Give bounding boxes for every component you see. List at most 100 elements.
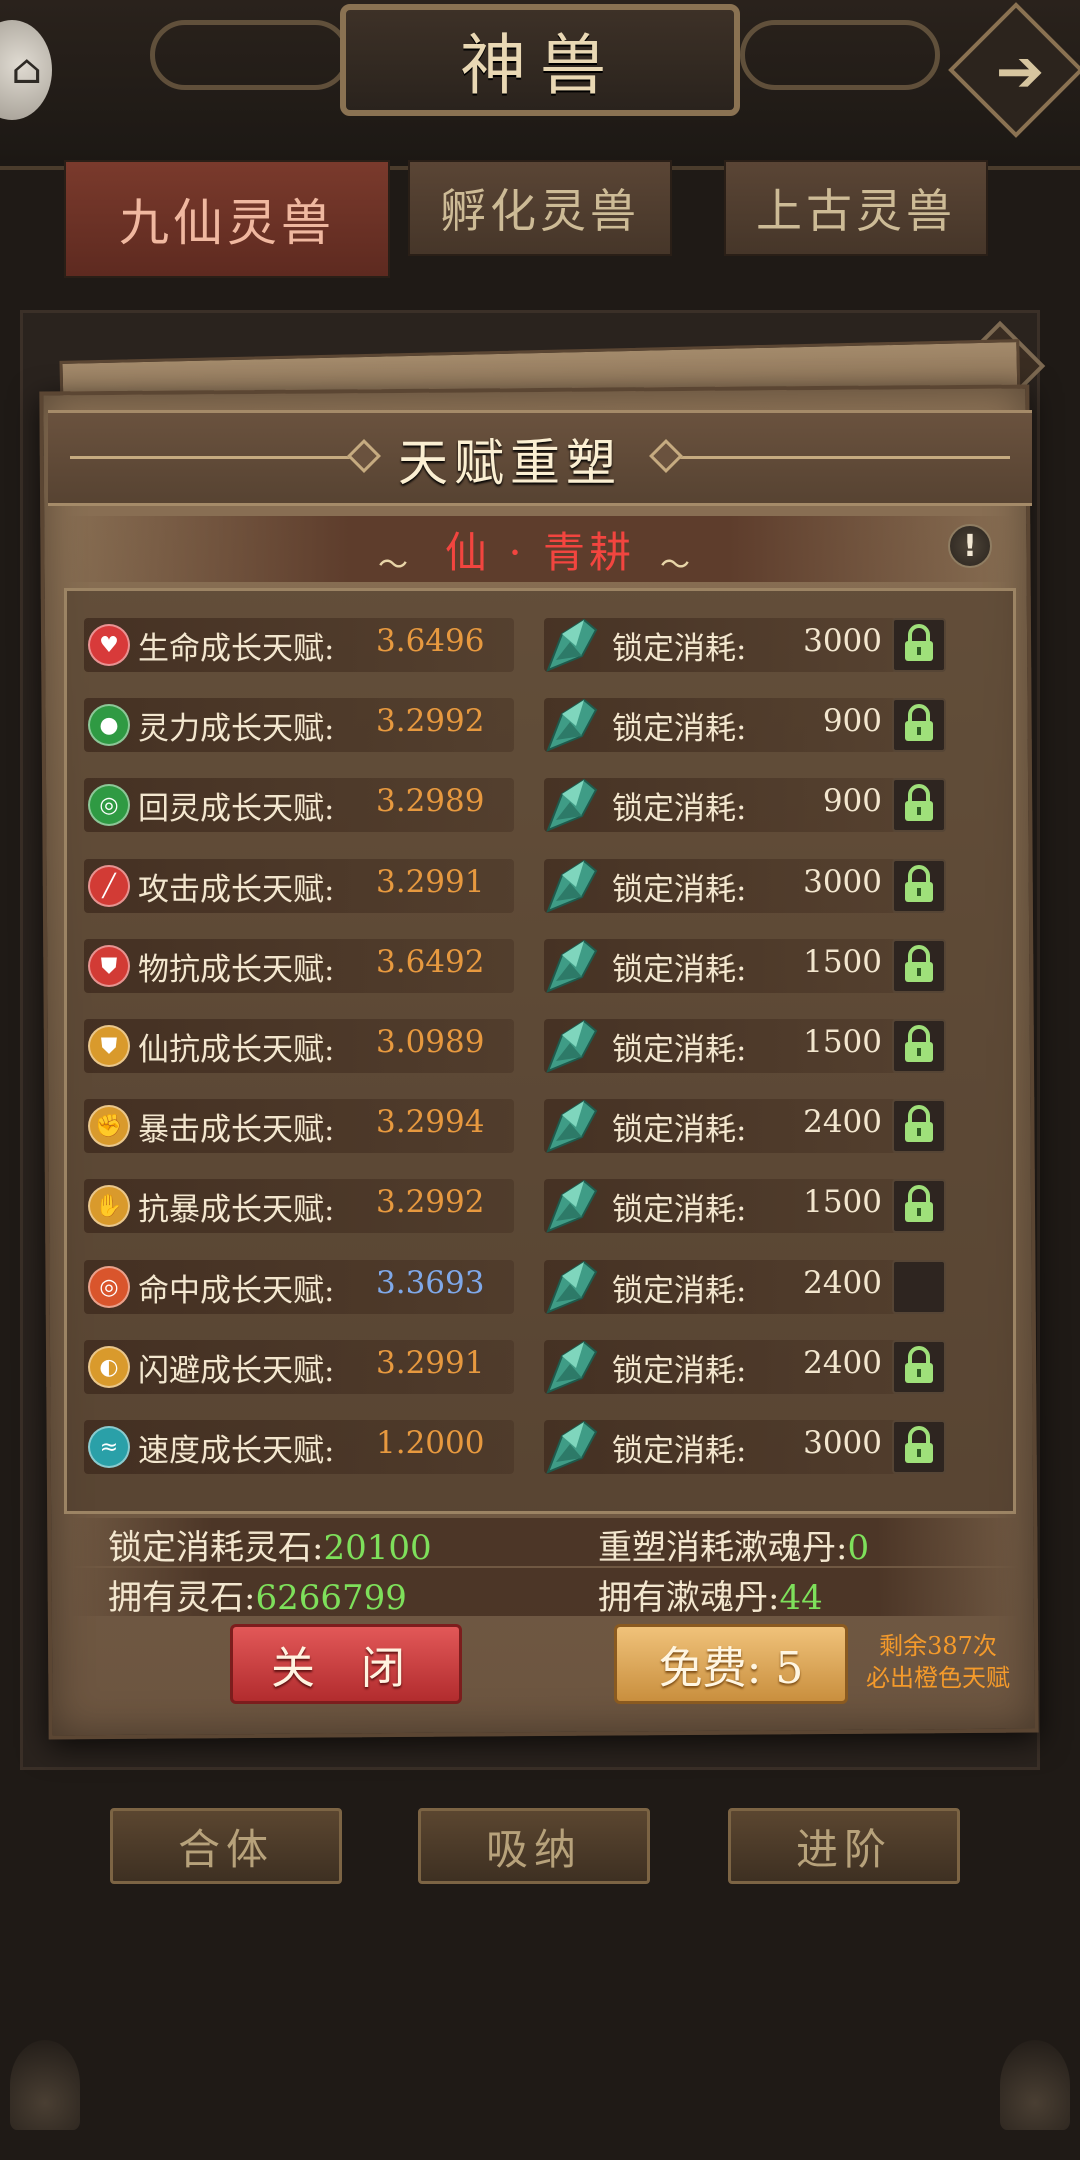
spirit-stone-icon <box>542 1418 600 1476</box>
tab-hatch-beasts[interactable]: 孵化灵兽 <box>408 160 672 256</box>
lamp-decoration-right <box>1000 2040 1070 2130</box>
spirit-stone-icon <box>542 937 600 995</box>
talent-label: 抗暴成长天赋: <box>138 1192 335 1228</box>
talent-value: 3.2991 <box>376 864 485 900</box>
cloud-ornament-left <box>150 20 350 90</box>
lock-icon <box>901 783 937 827</box>
header-divider-right <box>660 456 1010 459</box>
tab-ancient-beasts[interactable]: 上古灵兽 <box>724 160 988 256</box>
lock-cost-label: 锁定消耗: <box>612 631 747 667</box>
sword-icon: ╱ <box>88 865 130 907</box>
page-title: 神兽 <box>340 4 740 116</box>
lock-toggle-locked[interactable] <box>892 778 946 832</box>
talent-label: 物抗成长天赋: <box>138 952 335 988</box>
tab-nine-immortal-beasts[interactable]: 九仙灵兽 <box>64 160 390 278</box>
lock-cost-value: 2400 <box>803 1265 882 1301</box>
spirit-stone-icon <box>542 1177 600 1235</box>
cloud-ornament-right <box>740 20 940 90</box>
talent-label: 闪避成长天赋: <box>138 1353 335 1389</box>
lock-icon <box>901 623 937 667</box>
lock-stone-cost: 锁定消耗灵石:20100 <box>108 1520 432 1569</box>
lock-cost-value: 3000 <box>803 864 882 900</box>
speed-wave-icon: ≈ <box>88 1426 130 1468</box>
reshape-pill-cost: 重塑消耗漱魂丹:0 <box>598 1520 869 1569</box>
talent-value: 3.2991 <box>376 1345 485 1381</box>
guarantee-count: 剩余387次 <box>879 1632 997 1660</box>
owned-pill-value: 44 <box>779 1578 823 1618</box>
lock-icon <box>901 1425 937 1469</box>
owned-pill: 拥有漱魂丹:44 <box>598 1570 823 1619</box>
talent-label: 生命成长天赋: <box>138 631 335 667</box>
talent-label: 攻击成长天赋: <box>138 872 335 908</box>
lock-cost-label: 锁定消耗: <box>612 791 747 827</box>
lock-icon <box>901 944 937 988</box>
lock-cost-label: 锁定消耗: <box>612 872 747 908</box>
lock-cost-label: 锁定消耗: <box>612 1273 747 1309</box>
info-button[interactable]: ! <box>948 524 992 568</box>
lock-cost-value: 1500 <box>803 944 882 980</box>
talent-label: 速度成长天赋: <box>138 1433 335 1469</box>
beast-name: 仙 · 青耕 <box>444 527 636 577</box>
guarantee-text: 必出橙色天赋 <box>866 1664 1010 1692</box>
guarantee-note: 剩余387次 必出橙色天赋 <box>848 1630 1028 1694</box>
lock-cost-value: 1500 <box>803 1024 882 1060</box>
shield-icon: ⛊ <box>88 945 130 987</box>
lock-cost-label: 锁定消耗: <box>612 1112 747 1148</box>
lock-toggle-locked[interactable] <box>892 618 946 672</box>
lock-cost-value: 1500 <box>803 1184 882 1220</box>
lock-cost-label: 锁定消耗: <box>612 1032 747 1068</box>
critical-fist-icon: ✊ <box>88 1105 130 1147</box>
lock-cost-label: 锁定消耗: <box>612 1192 747 1228</box>
lock-cost-value: 3000 <box>803 623 882 659</box>
lock-icon <box>901 1184 937 1228</box>
talent-value: 3.6496 <box>376 623 485 659</box>
spirit-stone-icon <box>542 1017 600 1075</box>
lock-toggle-locked[interactable] <box>892 1019 946 1073</box>
talent-value: 3.3693 <box>376 1265 485 1301</box>
lock-toggle-locked[interactable] <box>892 1340 946 1394</box>
lock-icon <box>901 703 937 747</box>
lock-toggle-locked[interactable] <box>892 939 946 993</box>
talent-value: 3.6492 <box>376 944 485 980</box>
target-hit-icon: ◎ <box>88 1266 130 1308</box>
free-reshape-button[interactable]: 免费: 5 <box>614 1624 848 1704</box>
lock-icon <box>901 864 937 908</box>
lock-cost-value: 900 <box>822 703 882 739</box>
close-button[interactable]: 关 闭 <box>230 1624 462 1704</box>
spirit-stone-icon <box>542 696 600 754</box>
lock-cost-label: 锁定消耗: <box>612 1353 747 1389</box>
talent-label: 仙抗成长天赋: <box>138 1032 335 1068</box>
reshape-pill-cost-value: 0 <box>847 1528 870 1568</box>
lamp-decoration-left <box>10 2040 80 2130</box>
merge-button[interactable]: 合体 <box>110 1808 342 1884</box>
lock-cost-value: 3000 <box>803 1425 882 1461</box>
dialog-title: 天赋重塑 <box>398 434 622 492</box>
talent-value: 3.2989 <box>376 783 485 819</box>
lock-toggle-locked[interactable] <box>892 1099 946 1153</box>
owned-stone: 拥有灵石:6266799 <box>108 1570 407 1619</box>
lock-toggle-locked[interactable] <box>892 859 946 913</box>
lock-cost-value: 2400 <box>803 1104 882 1140</box>
spirit-stone-icon <box>542 1258 600 1316</box>
owned-stone-value: 6266799 <box>255 1578 407 1618</box>
lock-toggle-unlocked[interactable] <box>892 1260 946 1314</box>
lock-toggle-locked[interactable] <box>892 698 946 752</box>
spirit-stone-icon <box>542 1338 600 1396</box>
lock-icon <box>901 1024 937 1068</box>
home-icon: ⌂ <box>11 47 42 93</box>
talent-label: 命中成长天赋: <box>138 1273 335 1309</box>
owned-stone-label: 拥有灵石: <box>108 1578 256 1618</box>
header-divider-left <box>70 456 360 459</box>
lock-stone-cost-label: 锁定消耗灵石: <box>108 1528 324 1568</box>
arrow-right-icon: ➔ <box>995 37 1045 105</box>
magic-shield-icon: ⛊ <box>88 1025 130 1067</box>
lock-stone-cost-value: 20100 <box>323 1528 432 1568</box>
talent-value: 3.2992 <box>376 1184 485 1220</box>
lock-toggle-locked[interactable] <box>892 1179 946 1233</box>
absorb-button[interactable]: 吸纳 <box>418 1808 650 1884</box>
talent-value: 1.2000 <box>376 1425 485 1461</box>
lock-icon <box>901 1104 937 1148</box>
talent-label: 暴击成长天赋: <box>138 1112 335 1148</box>
advance-button[interactable]: 进阶 <box>728 1808 960 1884</box>
lock-toggle-locked[interactable] <box>892 1420 946 1474</box>
